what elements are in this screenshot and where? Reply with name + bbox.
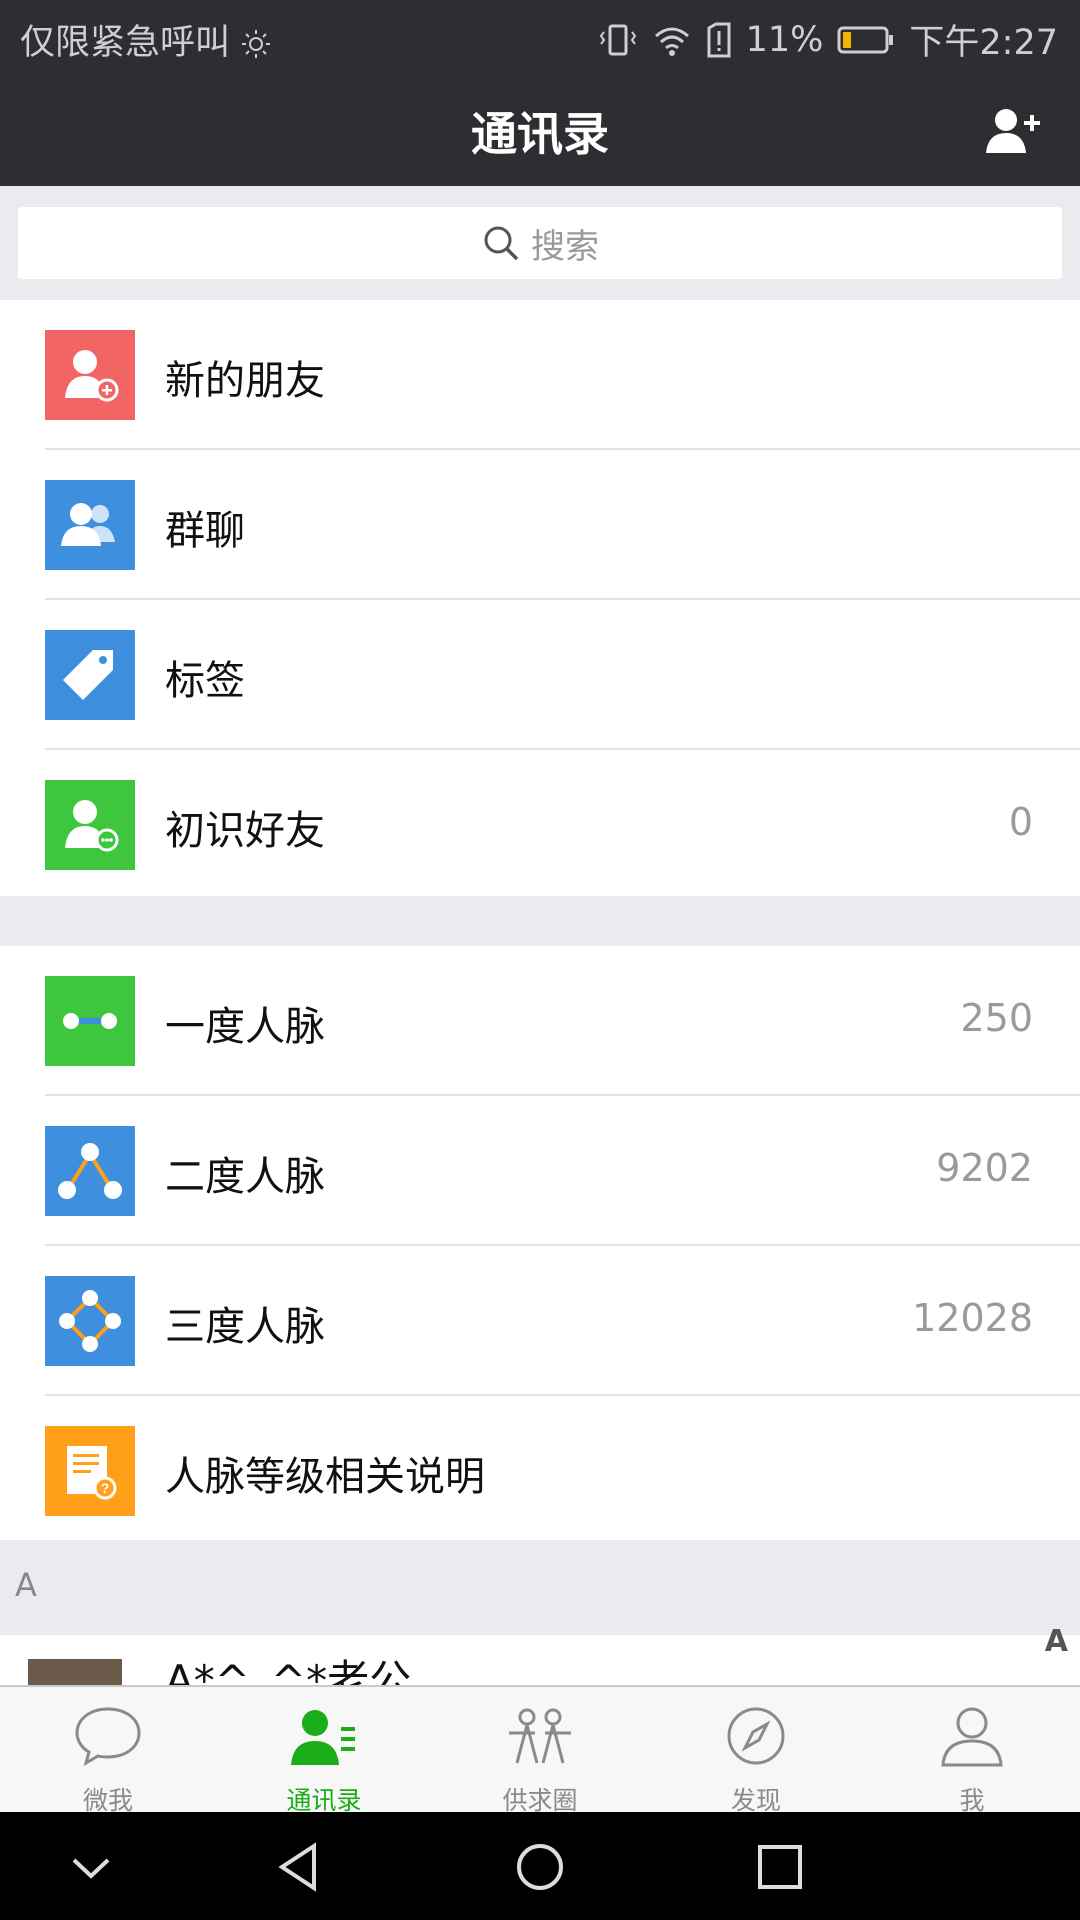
menu-item-group-chat[interactable]: 群聊 (0, 450, 1080, 600)
first-degree-icon (45, 976, 135, 1066)
svg-text:?: ? (101, 1480, 110, 1496)
vibrate-icon (599, 24, 636, 55)
search-input[interactable]: 搜索 (18, 207, 1062, 279)
group-chat-icon (45, 480, 135, 570)
system-navigation-bar (0, 1812, 1080, 1920)
tab-discover[interactable]: 发现 (648, 1687, 864, 1815)
contact-row[interactable]: A*^_^*老公 (0, 1635, 1080, 1685)
bottom-tab-bar: 微我 通讯录 供求圈 发现 我 (0, 1685, 1080, 1815)
sim-alert-icon (707, 22, 731, 57)
tab-supply-demand[interactable]: 供求圈 (432, 1687, 648, 1815)
menu-item-first-degree[interactable]: 一度人脉 250 (0, 946, 1080, 1096)
emergency-call-text: 仅限紧急呼叫 (20, 23, 231, 63)
menu-group-1: 新的朋友 群聊 标签 初识好友 0 (0, 300, 1080, 896)
acquaintance-count: 0 (1008, 800, 1033, 844)
acquaintance-icon (45, 780, 135, 870)
avatar (28, 1659, 122, 1685)
people-circle-icon (509, 1708, 571, 1764)
wifi-icon (654, 27, 689, 56)
menu-item-label: 初识好友 (165, 808, 325, 854)
recents-icon[interactable] (755, 1842, 805, 1892)
second-degree-count: 9202 (936, 1146, 1033, 1190)
menu-item-label: 群聊 (165, 508, 245, 554)
search-icon (484, 226, 519, 261)
menu-item-network-levels-info[interactable]: ? 人脉等级相关说明 (0, 1396, 1080, 1540)
title-bar: 通讯录 (0, 75, 1080, 186)
menu-item-label: 人脉等级相关说明 (165, 1454, 485, 1500)
menu-group-2: 一度人脉 250 二度人脉 9202 三度人脉 12028 ? 人脉等级相关说明 (0, 946, 1080, 1540)
chat-bubble-icon (75, 1707, 141, 1767)
menu-item-tags[interactable]: 标签 (0, 600, 1080, 750)
status-left: 仅限紧急呼叫 (20, 14, 271, 65)
third-degree-icon (45, 1276, 135, 1366)
page-title: 通讯录 (471, 107, 609, 161)
menu-item-second-degree[interactable]: 二度人脉 9202 (0, 1096, 1080, 1246)
menu-item-label: 三度人脉 (165, 1304, 325, 1350)
first-degree-count: 250 (960, 996, 1033, 1040)
contact-section-header: A (0, 1540, 1080, 1635)
add-contact-icon[interactable] (982, 105, 1042, 155)
brightness-icon (242, 30, 271, 58)
tab-me[interactable]: 我 (864, 1687, 1080, 1815)
menu-item-label: 标签 (165, 658, 245, 704)
clock: 下午2:27 (909, 23, 1058, 63)
menu-item-label: 一度人脉 (165, 1004, 325, 1050)
menu-item-third-degree[interactable]: 三度人脉 12028 (0, 1246, 1080, 1396)
tab-contacts[interactable]: 通讯录 (216, 1687, 432, 1815)
contact-name: A*^_^*老公 (165, 1656, 412, 1685)
compass-icon (727, 1707, 785, 1765)
profile-icon (941, 1707, 1003, 1767)
back-icon[interactable] (274, 1842, 324, 1892)
battery-percent: 11% (745, 19, 824, 60)
second-degree-icon (45, 1126, 135, 1216)
new-friends-icon (45, 330, 135, 420)
status-bar: 仅限紧急呼叫 11% 下午2:27 (0, 0, 1080, 75)
tab-wewo[interactable]: 微我 (0, 1687, 216, 1815)
battery-icon (837, 26, 894, 53)
search-area: 搜索 (0, 186, 1080, 300)
menu-item-label: 二度人脉 (165, 1154, 325, 1200)
menu-item-new-friends[interactable]: 新的朋友 (0, 300, 1080, 450)
contacts-icon (291, 1710, 355, 1765)
hide-keyboard-icon[interactable] (66, 1842, 116, 1892)
search-placeholder: 搜索 (531, 226, 599, 267)
alphabet-index[interactable]: A (1045, 1624, 1068, 1659)
menu-item-acquaintances[interactable]: 初识好友 0 (0, 750, 1080, 896)
tag-icon (45, 630, 135, 720)
document-help-icon: ? (45, 1426, 135, 1516)
home-icon[interactable] (515, 1842, 565, 1892)
status-right: 11% 下午2:27 (598, 14, 1058, 65)
section-gap (0, 896, 1080, 946)
third-degree-count: 12028 (912, 1296, 1033, 1340)
section-letter: A (15, 1566, 37, 1604)
menu-item-label: 新的朋友 (165, 358, 325, 404)
